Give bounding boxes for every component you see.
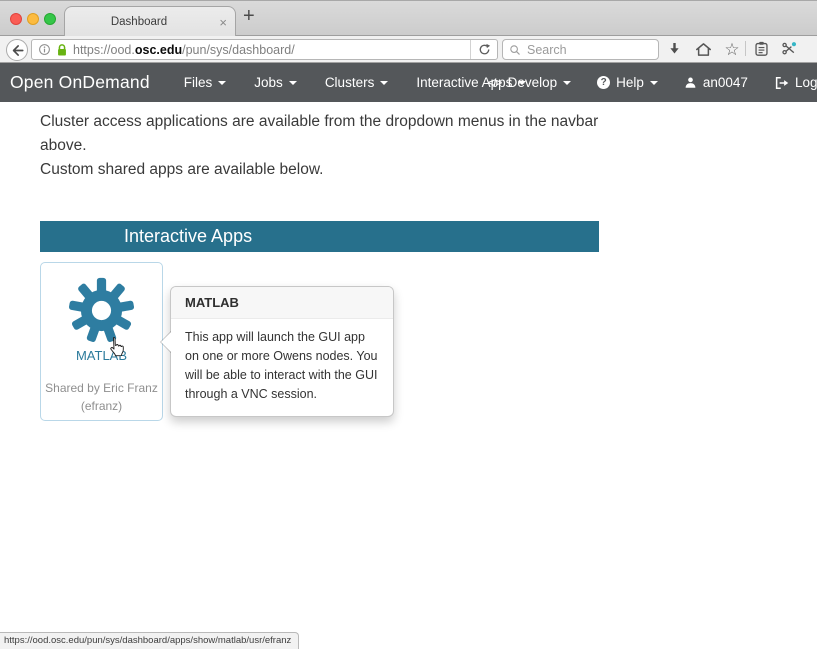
nav-dropdown-clusters[interactable]: Clusters: [311, 75, 403, 90]
url-prefix: https://ood.: [73, 43, 135, 57]
minimize-window-button[interactable]: [27, 13, 39, 25]
close-window-button[interactable]: [10, 13, 22, 25]
link-preview-statusbar: https://ood.osc.edu/pun/sys/dashboard/ap…: [0, 632, 299, 649]
browser-tab-dashboard[interactable]: Dashboard ×: [64, 6, 236, 37]
search-icon: [509, 44, 521, 56]
code-icon: </>: [488, 77, 502, 89]
url-bar[interactable]: https://ood.osc.edu/pun/sys/dashboard/: [31, 39, 498, 60]
info-icon[interactable]: [38, 43, 51, 56]
screenshot-tool-button[interactable]: [779, 39, 799, 59]
caret-down-icon: [218, 81, 226, 85]
question-circle-icon: ?: [597, 76, 610, 89]
download-icon: [667, 41, 682, 57]
caret-down-icon: [563, 81, 571, 85]
section-header-interactive-apps: Interactive Apps: [40, 221, 599, 252]
app-link-matlab[interactable]: MATLAB: [41, 348, 162, 363]
tab-title: Dashboard: [65, 7, 213, 37]
window-titlebar: Dashboard × +: [0, 0, 817, 36]
app-icon-wrap: [41, 275, 162, 347]
caret-down-icon: [650, 81, 658, 85]
search-bar[interactable]: [502, 39, 659, 60]
gear-icon: [66, 275, 137, 346]
search-input[interactable]: [525, 42, 647, 58]
url-text[interactable]: https://ood.osc.edu/pun/sys/dashboard/: [73, 43, 295, 57]
app-navbar: Open OnDemand Files Jobs Clusters Intera…: [0, 63, 817, 102]
back-arrow-icon: [11, 44, 24, 57]
zoom-window-button[interactable]: [44, 13, 56, 25]
new-tab-button[interactable]: +: [243, 5, 255, 28]
popover-body: This app will launch the GUI app on one …: [171, 319, 393, 416]
bookmark-star-button[interactable]: ☆: [722, 39, 742, 59]
intro-text: Cluster access applications are availabl…: [40, 110, 610, 182]
nav-dropdown-develop[interactable]: </> Develop: [488, 75, 571, 90]
browser-window: Dashboard × + https://ood.osc.edu/pun/sy…: [0, 0, 817, 650]
popover-title: MATLAB: [171, 287, 393, 319]
bookmarks-panel-button[interactable]: [751, 39, 771, 59]
reload-icon: [478, 43, 491, 56]
navbar-right-menu: </> Develop ? Help an0047: [488, 63, 817, 102]
logout-icon: [774, 76, 789, 90]
intro-line-2: Custom shared apps are available below.: [40, 158, 610, 182]
home-button[interactable]: [693, 39, 713, 59]
nav-log-out[interactable]: Log Out: [774, 75, 817, 90]
intro-line-1: Cluster access applications are availabl…: [40, 110, 610, 158]
scissors-tool-icon: [781, 41, 797, 57]
app-shared-by: Shared by Eric Franz (efranz): [41, 379, 162, 415]
download-button[interactable]: [664, 39, 684, 59]
url-domain: osc.edu: [135, 43, 182, 57]
nav-user[interactable]: an0047: [684, 75, 748, 90]
user-icon: [684, 76, 697, 89]
navbar-brand[interactable]: Open OnDemand: [10, 72, 150, 93]
home-icon: [695, 42, 712, 57]
nav-dropdown-files[interactable]: Files: [170, 75, 241, 90]
app-tooltip-popover: MATLAB This app will launch the GUI app …: [170, 286, 394, 417]
https-lock-icon[interactable]: [56, 43, 68, 57]
clipboard-icon: [754, 41, 769, 57]
tab-close-icon[interactable]: ×: [219, 7, 227, 37]
nav-dropdown-jobs[interactable]: Jobs: [240, 75, 311, 90]
nav-dropdown-help[interactable]: ? Help: [597, 75, 658, 90]
reload-button[interactable]: [470, 40, 497, 59]
url-path: /pun/sys/dashboard/: [182, 43, 295, 57]
mouse-cursor-pointer: [106, 336, 126, 363]
navbar-menu: Files Jobs Clusters Interactive Apps: [170, 75, 541, 90]
caret-down-icon: [380, 81, 388, 85]
star-icon: ☆: [724, 41, 739, 58]
caret-down-icon: [289, 81, 297, 85]
app-card-matlab[interactable]: MATLAB Shared by Eric Franz (efranz): [40, 262, 163, 421]
toolbar-divider: [745, 41, 746, 56]
back-button[interactable]: [6, 39, 28, 61]
